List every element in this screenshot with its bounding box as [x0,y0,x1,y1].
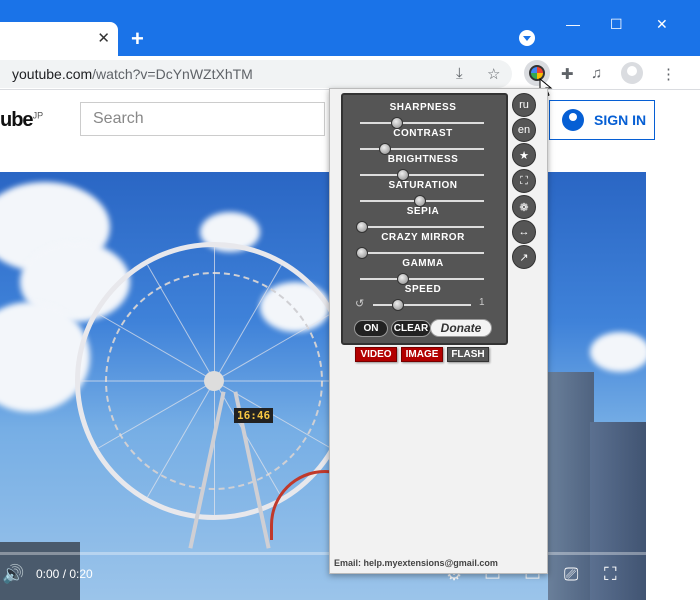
support-email: Email: help.myextensions@gmail.com [334,558,498,568]
speed-reset-icon[interactable]: ↺ [355,297,364,310]
flip-horizontal-icon[interactable]: ↔ [512,220,536,244]
on-button[interactable]: ON [354,320,388,337]
wheel-hub [204,371,224,391]
slider-track-speed[interactable] [373,304,471,306]
maximize-button[interactable]: ☐ [610,16,623,33]
browser-toolbar: youtube.com/watch?v=DcYnWZtXhTM ⤓ ☆ ✚ ♫ … [0,56,700,90]
bookmark-star-icon[interactable]: ☆ [487,65,500,83]
install-app-icon[interactable]: ⤓ [456,65,463,82]
slider-label-sharpness: SHARPNESS [389,102,457,113]
sign-in-label: SIGN IN [594,112,647,128]
address-bar[interactable]: youtube.com/watch?v=DcYnWZtXhTM [0,60,512,88]
flash-mode-button[interactable]: FLASH [447,347,489,362]
clear-button[interactable]: CLEAR [391,320,431,337]
cast-icon[interactable]: ⎚ [564,564,578,585]
screen: ✕ + — ☐ ✕ youtube.com/watch?v=DcYnWZtXhT… [0,0,700,600]
youtube-logo[interactable]: ubeJP [0,109,43,132]
slider-track-sepia[interactable] [360,226,484,228]
star-icon[interactable]: ★ [512,143,536,167]
fullscreen-icon[interactable]: ⛶ [604,564,617,585]
profile-avatar[interactable] [621,62,643,84]
new-tab-button[interactable]: + [131,26,144,52]
media-control-icon[interactable]: ♫ [591,65,602,82]
expand-icon[interactable]: ⛶ [512,169,536,193]
window-close-button[interactable]: ✕ [656,16,668,33]
image-mode-button[interactable]: IMAGE [401,347,443,362]
slider-label-brightness: BRIGHTNESS [387,154,459,165]
speed-value: 1 [479,297,485,308]
language-ru-button[interactable]: ru [512,93,536,117]
youtube-search-input[interactable]: Search [80,102,325,136]
browser-tab[interactable]: ✕ [0,22,118,56]
search-placeholder: Search [93,110,144,127]
slider-track-crazy-mirror[interactable] [360,252,484,254]
slider-thumb-speed[interactable] [391,299,404,311]
sign-in-button[interactable]: SIGN IN [549,100,655,140]
extensions-puzzle-icon[interactable]: ✚ [561,65,574,83]
volume-icon[interactable]: 🔊 [2,564,24,585]
slider-track-brightness[interactable] [360,174,484,176]
video-progress-bar[interactable] [0,552,646,555]
video-controls: 🔊 0:00 / 0:20 ⚙ ▭ ▭ ⎚ ⛶ [0,556,646,600]
account-icon [562,109,584,131]
slider-label-sepia: SEPIA [406,206,440,217]
slider-track-sharpness[interactable] [360,122,484,124]
video-mode-button[interactable]: VIDEO [355,347,397,362]
external-link-icon[interactable]: ↗ [512,245,536,269]
tab-close-icon[interactable]: ✕ [97,29,110,47]
slider-label-speed: SPEED [404,284,442,295]
browser-menu-icon[interactable]: ⋮ [661,65,676,83]
slider-label-contrast: CONTRAST [393,128,453,139]
slider-label-saturation: SATURATION [388,180,458,191]
video-time: 0:00 / 0:20 [36,567,93,581]
language-en-button[interactable]: en [512,118,536,142]
clock-display: 16:46 [234,408,274,423]
slider-track-gamma[interactable] [360,278,484,280]
url-text: youtube.com/watch?v=DcYnWZtXhTM [12,66,253,82]
cloud [590,332,646,372]
color-wheel-icon[interactable]: ❁ [512,195,536,219]
title-bar: ✕ + — ☐ ✕ [0,0,700,56]
slider-label-crazy-mirror: CRAZY MIRROR [381,232,465,243]
slider-label-gamma: GAMMA [402,258,444,269]
tab-search-icon[interactable] [519,30,535,46]
donate-button[interactable]: Donate [430,319,492,337]
minimize-button[interactable]: — [566,16,580,32]
